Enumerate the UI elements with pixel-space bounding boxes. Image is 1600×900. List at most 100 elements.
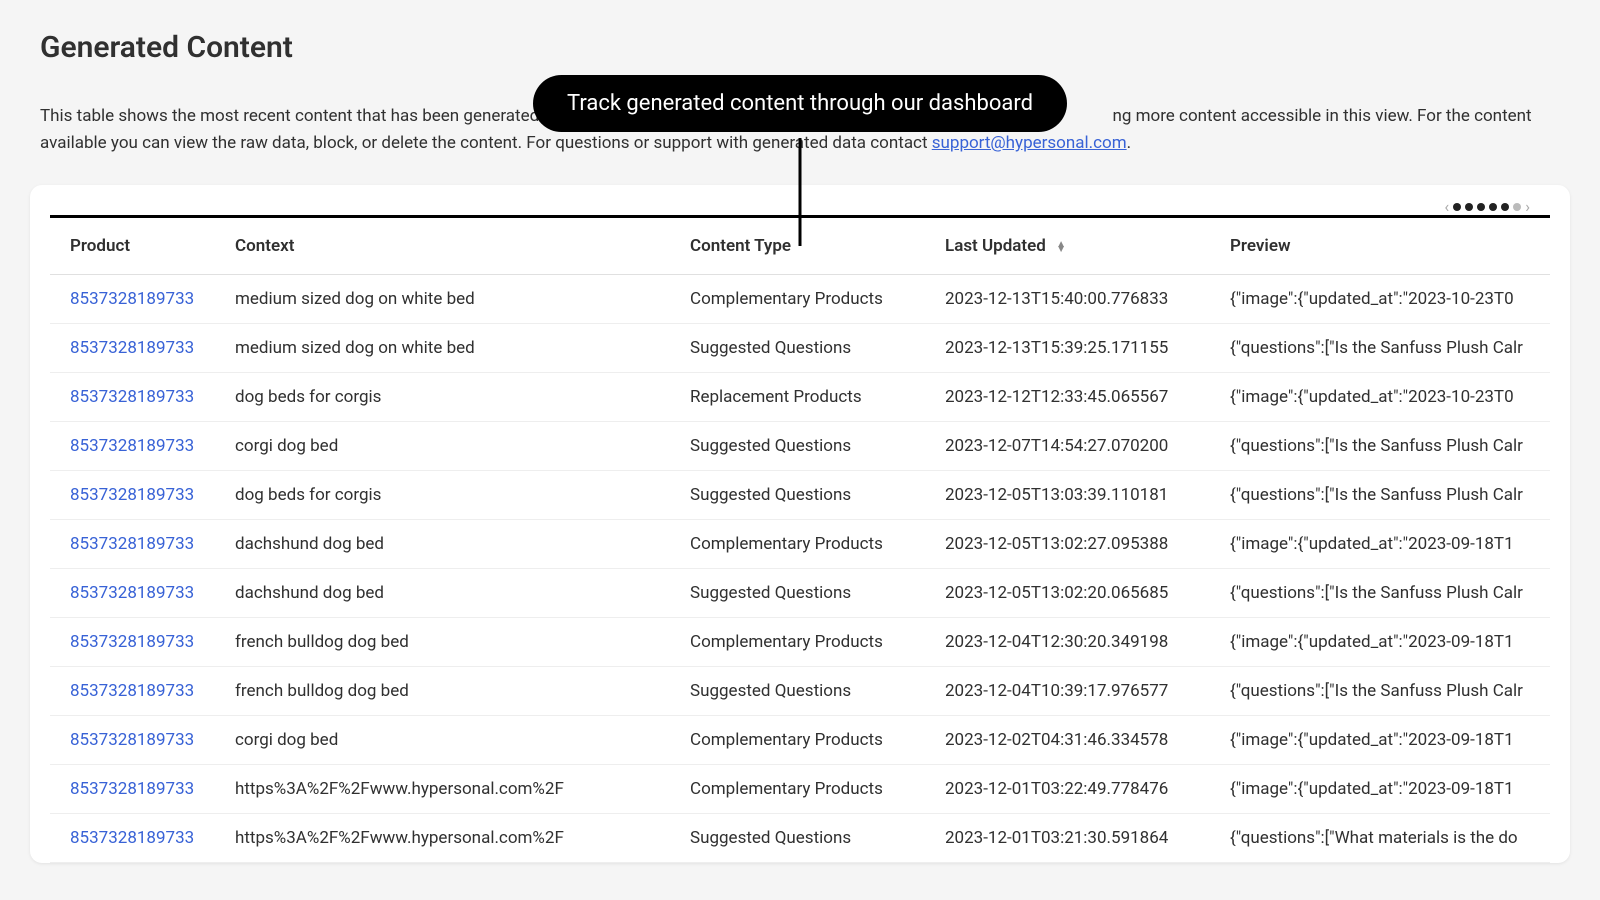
cell-context: corgi dog bed	[225, 422, 680, 471]
support-email-link[interactable]: support@hypersonal.com	[932, 133, 1127, 153]
table-body: 8537328189733 medium sized dog on white b…	[50, 275, 1550, 863]
table-row: 8537328189733dog beds for corgisSuggeste…	[50, 471, 1550, 520]
cell-context: https%3A%2F%2Fwww.hypersonal.com%2F	[225, 765, 680, 814]
table-row: 8537328189733 dachshund dog bedSuggested …	[50, 569, 1550, 618]
table-row: 8537328189733dog beds for corgisReplacem…	[50, 373, 1550, 422]
cell-context: dog beds for corgis	[225, 373, 680, 422]
table-row: 8537328189733 medium sized dog on white b…	[50, 324, 1550, 373]
cell-last-updated: 2023-12-12T12:33:45.065567	[935, 373, 1220, 422]
callout-text: Track generated content through our dash…	[567, 91, 1033, 116]
cell-preview: {"questions":["Is the Sanfuss Plush Calr	[1220, 569, 1550, 618]
cell-context: medium sized dog on white bed	[225, 275, 680, 324]
cell-content-type: Suggested Questions	[680, 667, 935, 716]
cell-last-updated: 2023-12-05T13:02:20.065685	[935, 569, 1220, 618]
cell-product: 8537328189733	[50, 520, 225, 569]
table-row: 8537328189733 french bulldog dog bedCompl…	[50, 618, 1550, 667]
product-link[interactable]: 8537328189733	[70, 387, 194, 407]
content-table: Product Context Content Type Last Update…	[50, 218, 1550, 863]
cell-last-updated: 2023-12-05T13:02:27.095388	[935, 520, 1220, 569]
cell-content-type: Complementary Products	[680, 618, 935, 667]
table-row: 8537328189733 https%3A%2F%2Fwww.hypersona…	[50, 765, 1550, 814]
cell-product: 8537328189733	[50, 275, 225, 324]
product-link[interactable]: 8537328189733	[70, 632, 194, 652]
pagination-control: ‹ ›	[1444, 197, 1530, 216]
cell-product: 8537328189733	[50, 471, 225, 520]
cell-last-updated: 2023-12-02T04:31:46.334578	[935, 716, 1220, 765]
description-text-3: .	[1127, 133, 1131, 153]
cell-context: dachshund dog bed	[225, 520, 680, 569]
pagination-dot[interactable]	[1477, 203, 1485, 211]
cell-product: 8537328189733	[50, 618, 225, 667]
product-link[interactable]: 8537328189733	[70, 289, 194, 309]
table-row: 8537328189733 medium sized dog on white b…	[50, 275, 1550, 324]
column-header-content-type[interactable]: Content Type	[680, 218, 935, 275]
cell-product: 8537328189733	[50, 667, 225, 716]
cell-content-type: Suggested Questions	[680, 422, 935, 471]
cell-context: corgi dog bed	[225, 716, 680, 765]
cell-product: 8537328189733	[50, 814, 225, 863]
cell-last-updated: 2023-12-01T03:22:49.778476	[935, 765, 1220, 814]
pagination-next[interactable]: ›	[1525, 197, 1530, 216]
pagination-prev[interactable]: ‹	[1444, 197, 1449, 216]
cell-preview: {"image":{"updated_at":"2023-09-18T1	[1220, 716, 1550, 765]
cell-content-type: Complementary Products	[680, 520, 935, 569]
cell-product: 8537328189733	[50, 373, 225, 422]
cell-preview: {"image":{"updated_at":"2023-09-18T1	[1220, 765, 1550, 814]
cell-context: french bulldog dog bed	[225, 667, 680, 716]
cell-preview: {"questions":["Is the Sanfuss Plush Calr	[1220, 667, 1550, 716]
product-link[interactable]: 8537328189733	[70, 436, 194, 456]
description-text-1: This table shows the most recent content…	[40, 106, 585, 126]
product-link[interactable]: 8537328189733	[70, 730, 194, 750]
column-header-last-updated[interactable]: Last Updated ▲▼	[935, 218, 1220, 275]
cell-product: 8537328189733	[50, 716, 225, 765]
cell-last-updated: 2023-12-04T12:30:20.349198	[935, 618, 1220, 667]
cell-last-updated: 2023-12-01T03:21:30.591864	[935, 814, 1220, 863]
cell-content-type: Suggested Questions	[680, 324, 935, 373]
cell-content-type: Suggested Questions	[680, 814, 935, 863]
pagination-dot[interactable]	[1501, 203, 1509, 211]
column-header-context[interactable]: Context	[225, 218, 680, 275]
cell-preview: {"questions":["What materials is the do	[1220, 814, 1550, 863]
cell-preview: {"image":{"updated_at":"2023-09-18T1	[1220, 520, 1550, 569]
product-link[interactable]: 8537328189733	[70, 828, 194, 848]
cell-preview: {"image":{"updated_at":"2023-09-18T1	[1220, 618, 1550, 667]
table-row: 8537328189733 french bulldog dog bedSugge…	[50, 667, 1550, 716]
product-link[interactable]: 8537328189733	[70, 338, 194, 358]
table-row: 8537328189733 https%3A%2F%2Fwww.hypersona…	[50, 814, 1550, 863]
cell-context: dachshund dog bed	[225, 569, 680, 618]
product-link[interactable]: 8537328189733	[70, 485, 194, 505]
pagination-dot[interactable]	[1465, 203, 1473, 211]
cell-product: 8537328189733	[50, 765, 225, 814]
product-link[interactable]: 8537328189733	[70, 583, 194, 603]
cell-last-updated: 2023-12-04T10:39:17.976577	[935, 667, 1220, 716]
cell-last-updated: 2023-12-07T14:54:27.070200	[935, 422, 1220, 471]
cell-preview: {"image":{"updated_at":"2023-10-23T0	[1220, 373, 1550, 422]
cell-context: medium sized dog on white bed	[225, 324, 680, 373]
product-link[interactable]: 8537328189733	[70, 681, 194, 701]
callout-bubble: Track generated content through our dash…	[533, 75, 1067, 132]
product-link[interactable]: 8537328189733	[70, 779, 194, 799]
cell-product: 8537328189733	[50, 422, 225, 471]
cell-content-type: Suggested Questions	[680, 569, 935, 618]
cell-preview: {"questions":["Is the Sanfuss Plush Calr	[1220, 471, 1550, 520]
cell-content-type: Suggested Questions	[680, 471, 935, 520]
sort-indicator-icon: ▲▼	[1056, 242, 1066, 252]
pagination-dot[interactable]	[1453, 203, 1461, 211]
pagination-dot[interactable]	[1513, 203, 1521, 211]
pagination-dot[interactable]	[1489, 203, 1497, 211]
content-table-card: ‹ › Product Context Content Type	[30, 185, 1570, 863]
cell-content-type: Complementary Products	[680, 716, 935, 765]
cell-product: 8537328189733	[50, 324, 225, 373]
column-header-product[interactable]: Product	[50, 218, 225, 275]
cell-context: french bulldog dog bed	[225, 618, 680, 667]
column-header-preview[interactable]: Preview	[1220, 218, 1550, 275]
product-link[interactable]: 8537328189733	[70, 534, 194, 554]
cell-preview: {"questions":["Is the Sanfuss Plush Calr	[1220, 324, 1550, 373]
cell-last-updated: 2023-12-05T13:03:39.110181	[935, 471, 1220, 520]
cell-context: https%3A%2F%2Fwww.hypersonal.com%2F	[225, 814, 680, 863]
table-row: 8537328189733 corgi dog bedSuggested Ques…	[50, 422, 1550, 471]
cell-content-type: Complementary Products	[680, 765, 935, 814]
cell-last-updated: 2023-12-13T15:39:25.171155	[935, 324, 1220, 373]
page-title: Generated Content	[40, 30, 1560, 65]
cell-product: 8537328189733	[50, 569, 225, 618]
